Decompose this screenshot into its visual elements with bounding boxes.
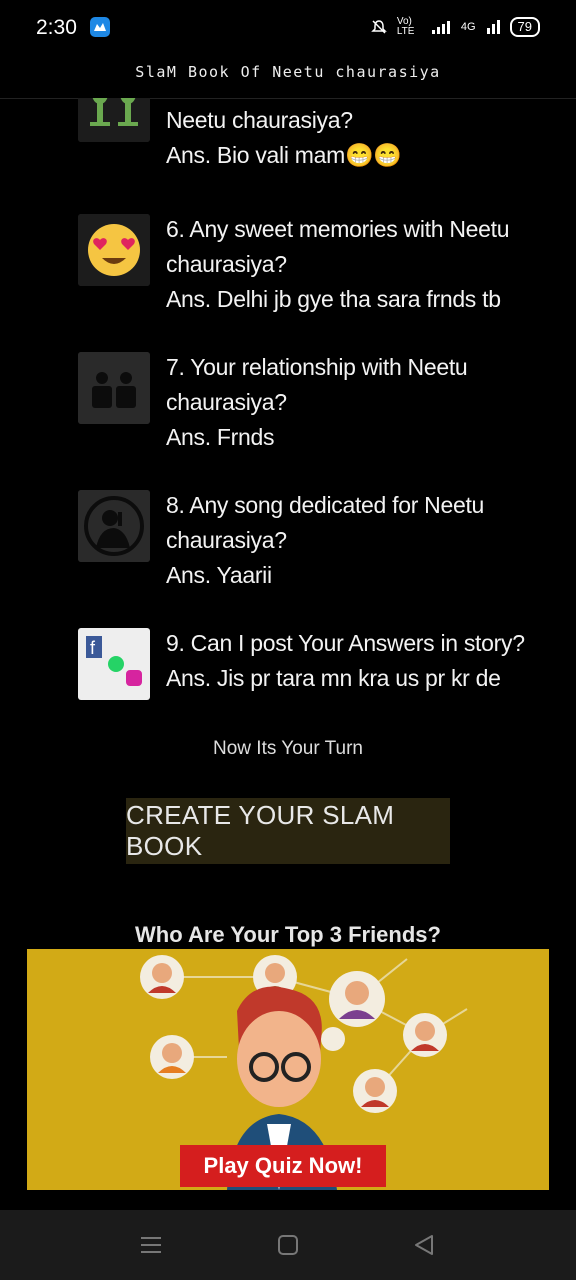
singer-icon	[78, 490, 150, 562]
alien-pair-icon	[78, 98, 150, 142]
friends-icon	[78, 352, 150, 424]
navigation-bar	[0, 1210, 576, 1280]
qa-answer: Ans. Bio vali mam😁😁	[166, 142, 402, 168]
qa-question: 7. Your relationship with Neetu	[166, 354, 468, 380]
network-label-2: 4G	[460, 21, 476, 33]
slam-book-content[interactable]: Neetu chaurasiya? Ans. Bio vali mam😁😁 6.…	[0, 98, 576, 1208]
menu-icon[interactable]	[121, 1210, 181, 1280]
social-media-icon: f	[78, 628, 150, 700]
qa-question: 6. Any sweet memories with Neetu	[166, 216, 510, 242]
signal-icon-2	[486, 20, 500, 34]
status-time: 2:30	[36, 16, 77, 39]
quiz-ad-banner[interactable]: Play Quiz Now!	[27, 949, 549, 1190]
turn-text: Now Its Your Turn	[213, 738, 363, 759]
heart-eyes-emoji-icon	[78, 214, 150, 286]
status-indicators: Vo) LTE 4G 79	[371, 17, 540, 37]
silent-bell-icon	[371, 20, 387, 34]
ad-title: Who Are Your Top 3 Friends?	[135, 922, 441, 947]
signal-icon	[431, 21, 450, 34]
qa-question-cont: chaurasiya?	[166, 389, 287, 415]
qa-question-cont: chaurasiya?	[166, 251, 287, 277]
app-notification-icon	[90, 17, 110, 37]
network-label-1: Vo) LTE	[396, 16, 415, 37]
play-quiz-button[interactable]: Play Quiz Now!	[180, 1145, 386, 1187]
qa-text: 7. Your relationship with Neetu chaurasi…	[166, 350, 526, 455]
qa-question-cont: chaurasiya?	[166, 527, 287, 553]
qa-answer: Ans. Delhi jb gye tha sara frnds tb	[166, 286, 501, 312]
home-icon[interactable]	[258, 1210, 318, 1280]
status-bar: 2:30 Vo) LTE 4G 79	[0, 0, 576, 58]
qa-question: 9. Can I post Your Answers in story?	[166, 630, 525, 656]
qa-question: Neetu chaurasiya?	[166, 107, 353, 133]
qa-answer: Ans. Yaarii	[166, 562, 272, 588]
qa-text: 6. Any sweet memories with Neetu chauras…	[166, 212, 526, 317]
qa-answer: Ans. Frnds	[166, 424, 275, 450]
qa-text: 9. Can I post Your Answers in story? Ans…	[166, 626, 526, 696]
qa-question: 8. Any song dedicated for Neetu	[166, 492, 485, 518]
qa-answer: Ans. Jis pr tara mn kra us pr kr de	[166, 665, 501, 691]
battery-indicator: 79	[509, 17, 540, 37]
qa-text: 8. Any song dedicated for Neetu chaurasi…	[166, 488, 526, 593]
create-slam-book-button[interactable]: CREATE YOUR SLAM BOOK	[126, 798, 450, 864]
page-title: SlaM Book Of Neetu chaurasiya	[0, 58, 576, 99]
qa-text: Neetu chaurasiya? Ans. Bio vali mam😁😁	[166, 98, 526, 173]
back-icon[interactable]	[394, 1210, 454, 1280]
